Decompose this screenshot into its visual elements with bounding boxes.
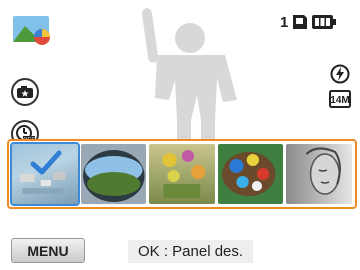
resolution-label: 14M <box>330 95 349 106</box>
filter-tile-miniature[interactable] <box>10 142 80 206</box>
filter-tile-sketch[interactable] <box>286 144 352 204</box>
oil-painting-thumbnail <box>162 150 206 198</box>
filter-tile-palette[interactable] <box>217 144 284 204</box>
battery-icon <box>312 15 336 29</box>
filter-tile-fisheye[interactable] <box>80 144 147 204</box>
ok-hint-label: OK : Panel des. <box>128 240 254 263</box>
camera-screen: 1 14M OFF <box>0 0 360 270</box>
palette-thumbnail <box>221 152 276 196</box>
fisheye-thumbnail <box>82 150 145 202</box>
scene-thumbnail-icon[interactable] <box>13 16 53 46</box>
shot-count: 1 <box>280 14 289 31</box>
filter-tile-oil-painting[interactable] <box>149 144 215 204</box>
camera-star-icon <box>17 86 33 98</box>
memory-card-icon <box>293 15 307 29</box>
smart-filter-strip <box>7 139 357 209</box>
flash-auto-icon <box>330 64 350 84</box>
subject-silhouette <box>141 8 237 140</box>
sketch-thumbnail <box>306 147 342 195</box>
selected-check-icon <box>30 150 62 175</box>
menu-button[interactable]: MENU <box>11 238 85 263</box>
smart-filter-button[interactable] <box>11 78 39 106</box>
resolution-14m-icon: 14M <box>329 90 351 108</box>
